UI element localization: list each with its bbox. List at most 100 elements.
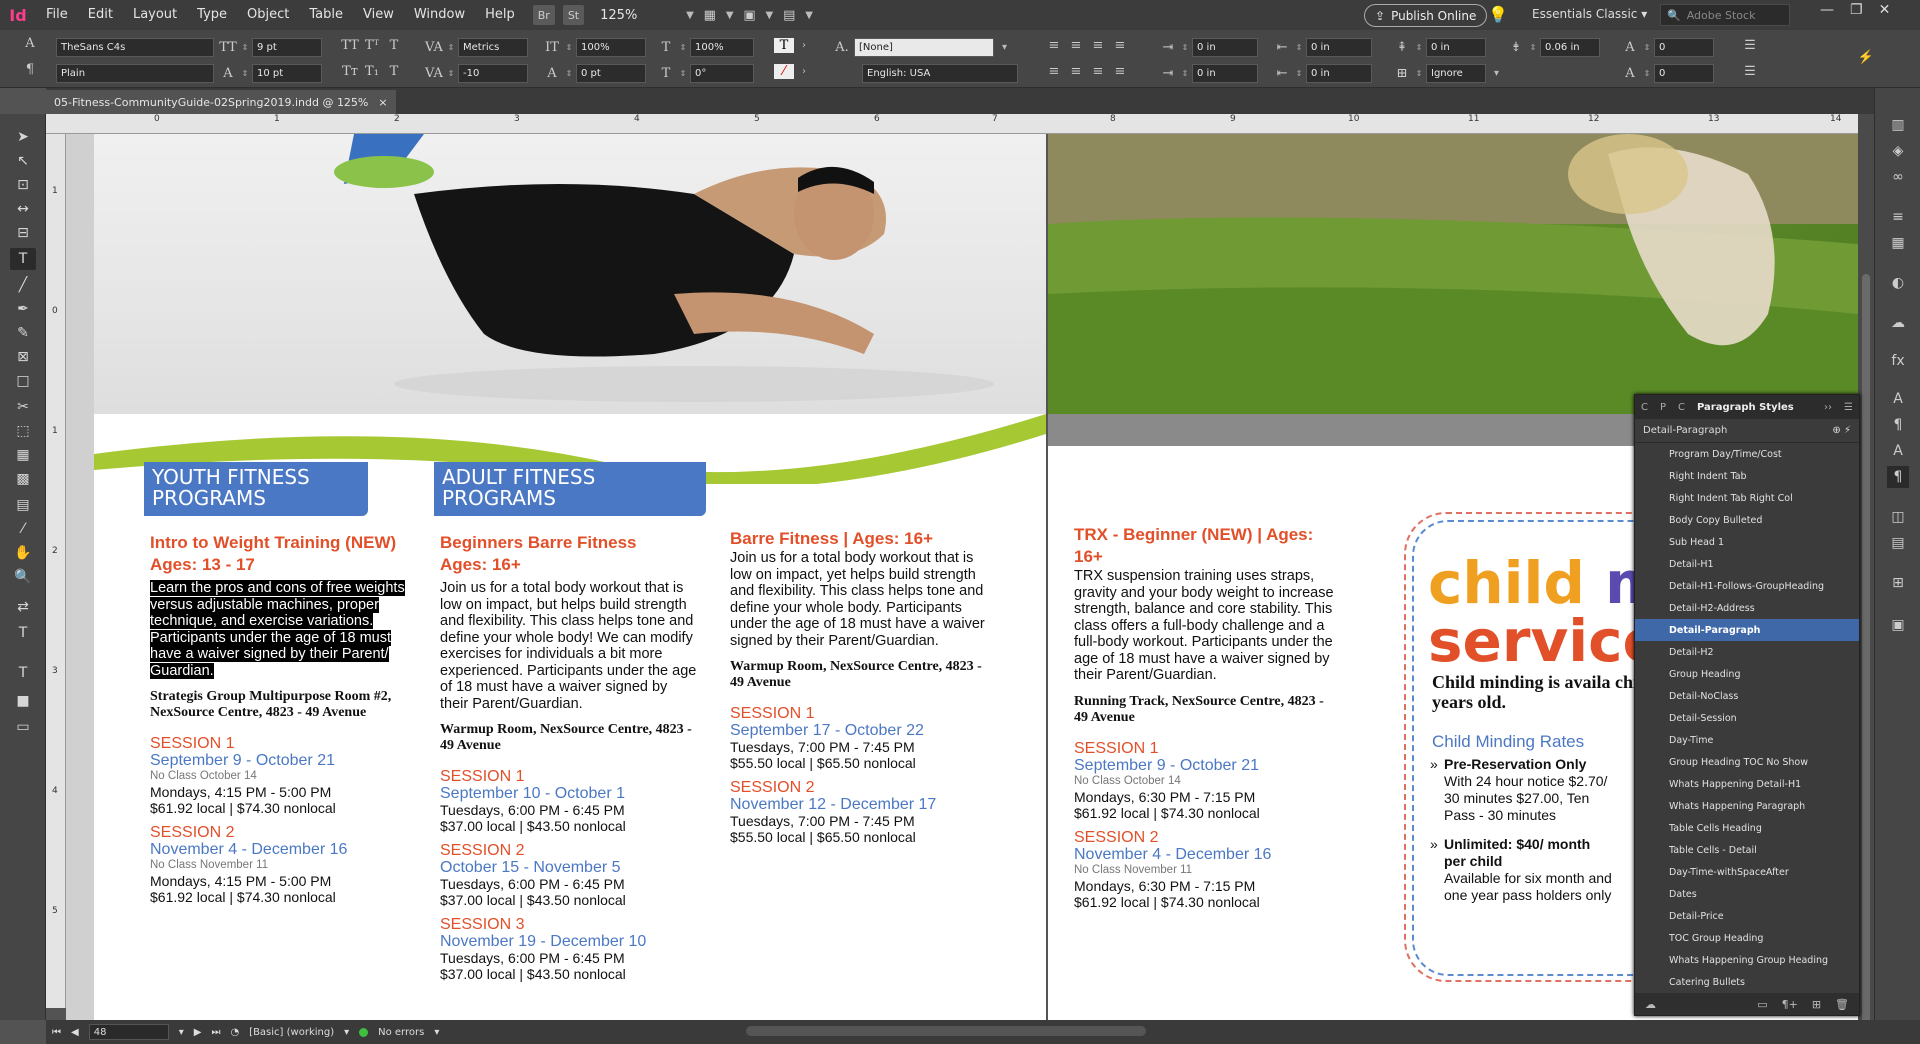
last-indent-stepper[interactable]: ⇕ bbox=[1294, 69, 1304, 78]
normal-view-icon[interactable]: ■ bbox=[10, 690, 36, 712]
paragraph-style-item[interactable]: Table Cells - Detail bbox=[1635, 839, 1859, 861]
fitness-photo[interactable] bbox=[94, 134, 1046, 414]
fill-chevron-icon[interactable]: › bbox=[802, 40, 806, 51]
font-style-field[interactable]: Plain bbox=[56, 64, 214, 83]
content-collector-icon[interactable]: ⊟ bbox=[10, 222, 36, 244]
character-style-field[interactable]: [None] bbox=[854, 38, 994, 57]
page-tool-icon[interactable]: ⊡ bbox=[10, 174, 36, 196]
underline-icon[interactable]: T bbox=[384, 38, 404, 53]
workspace-switcher[interactable]: Essentials Classic ▾ bbox=[1532, 7, 1647, 21]
drop-cap-chars-field[interactable]: 0 bbox=[1654, 64, 1714, 83]
last-indent-field[interactable]: 0 in bbox=[1306, 64, 1372, 83]
superscript-icon[interactable]: Tᵀ bbox=[362, 38, 382, 53]
paragraph-style-item[interactable]: Whats Happening Paragraph bbox=[1635, 795, 1859, 817]
scrollbar-thumb[interactable] bbox=[1862, 274, 1870, 1044]
screen-mode-icon[interactable]: ▣ bbox=[740, 7, 760, 23]
paragraph-panel-icon[interactable]: ¶ bbox=[1887, 414, 1909, 436]
font-size-field[interactable]: 9 pt bbox=[252, 38, 322, 57]
menu-table[interactable]: Table bbox=[299, 0, 353, 30]
column-barre-fitness[interactable]: Barre Fitness | Ages: 16+ Join us for a … bbox=[730, 528, 992, 845]
panel-tab-p[interactable]: P bbox=[1660, 402, 1666, 413]
paragraph-style-item[interactable]: Right Indent Tab bbox=[1635, 465, 1859, 487]
first-indent-stepper[interactable]: ⇕ bbox=[1180, 69, 1190, 78]
note-tool-icon[interactable]: ▤ bbox=[10, 494, 36, 516]
strikethrough-icon[interactable]: T bbox=[384, 64, 404, 79]
line-tool-icon[interactable]: ╱ bbox=[10, 274, 36, 296]
rectangle-frame-tool-icon[interactable]: ⊠ bbox=[10, 346, 36, 368]
paragraph-style-item[interactable]: Detail-H1-Follows-GroupHeading bbox=[1635, 575, 1859, 597]
right-indent-field[interactable]: 0 in bbox=[1306, 38, 1372, 57]
paragraph-style-item[interactable]: Detail-Price bbox=[1635, 905, 1859, 927]
kerning-stepper[interactable]: ⇕ bbox=[446, 43, 456, 52]
vertical-scale-stepper[interactable]: ⇕ bbox=[564, 43, 574, 52]
menu-window[interactable]: Window bbox=[404, 0, 475, 30]
skew-stepper[interactable]: ⇕ bbox=[678, 69, 688, 78]
paragraph-style-item[interactable]: Detail-NoClass bbox=[1635, 685, 1859, 707]
paragraph-style-item[interactable]: Group Heading bbox=[1635, 663, 1859, 685]
errors-chevron-down-icon[interactable]: ▾ bbox=[434, 1027, 439, 1038]
page-chevron-down-icon[interactable]: ▾ bbox=[179, 1027, 184, 1038]
drop-lines-stepper[interactable]: ⇕ bbox=[1642, 43, 1652, 52]
character-panel-icon[interactable]: A bbox=[1887, 388, 1909, 410]
paragraph-styles-icon[interactable]: ¶ bbox=[1887, 466, 1909, 488]
panel-tab-c2[interactable]: C bbox=[1678, 402, 1685, 413]
grid-stepper[interactable]: ⇕ bbox=[1414, 69, 1424, 78]
menu-layout[interactable]: Layout bbox=[123, 0, 187, 30]
justify-center-icon[interactable]: ≡ bbox=[1066, 64, 1086, 79]
page-left[interactable]: YOUTH FITNESS PROGRAMS ADULT FITNESS PRO… bbox=[94, 134, 1046, 1020]
grid-chevron-down-icon[interactable]: ▾ bbox=[1494, 68, 1499, 79]
column-intro-weight[interactable]: Intro to Weight Training (NEW) Ages: 13 … bbox=[150, 532, 406, 905]
swap-fill-stroke-icon[interactable]: ⇄ bbox=[10, 596, 36, 618]
effects-panel-icon[interactable]: fx bbox=[1887, 350, 1909, 372]
paragraph-style-item[interactable]: Detail-Session bbox=[1635, 707, 1859, 729]
right-indent-stepper[interactable]: ⇕ bbox=[1294, 43, 1304, 52]
column-beginners-barre[interactable]: Beginners Barre Fitness Ages: 16+ Join u… bbox=[440, 532, 698, 982]
eyedropper-tool-icon[interactable]: ⁄ bbox=[10, 518, 36, 540]
paragraph-style-item[interactable]: Body Copy Bulleted bbox=[1635, 509, 1859, 531]
profile-chevron-down-icon[interactable]: ▾ bbox=[344, 1027, 349, 1038]
horizontal-ruler[interactable]: 0 1 2 3 4 5 6 7 8 9 10 11 12 13 14 bbox=[46, 114, 1858, 134]
character-mode-icon[interactable]: A bbox=[20, 36, 40, 51]
vertical-scrollbar[interactable] bbox=[1858, 114, 1874, 1044]
page-number-field[interactable]: 48 bbox=[88, 1024, 169, 1040]
type-tool-icon[interactable]: T bbox=[10, 248, 36, 270]
zoom-tool-icon[interactable]: 🔍 bbox=[10, 566, 36, 588]
vertical-scale-field[interactable]: 100% bbox=[576, 38, 646, 57]
preflight-errors[interactable]: No errors bbox=[378, 1027, 424, 1038]
leading-field[interactable]: 10 pt bbox=[252, 64, 322, 83]
grid-align-field[interactable]: Ignore bbox=[1426, 64, 1486, 83]
paragraph-style-item[interactable]: Detail-H2-Address bbox=[1635, 597, 1859, 619]
align-center-icon[interactable]: ≡ bbox=[1066, 38, 1086, 53]
stroke-none-icon[interactable]: ⁄ bbox=[774, 64, 794, 79]
skew-field[interactable]: 0° bbox=[690, 64, 754, 83]
tracking-field[interactable]: -10 bbox=[458, 64, 528, 83]
cc-libraries-icon[interactable]: ☁ bbox=[1887, 312, 1909, 334]
paragraph-style-item[interactable]: Catering Bullets bbox=[1635, 971, 1859, 993]
panel-tab-paragraph-styles[interactable]: Paragraph Styles bbox=[1697, 402, 1794, 413]
horizontal-scale-stepper[interactable]: ⇕ bbox=[678, 43, 688, 52]
menu-edit[interactable]: Edit bbox=[78, 0, 123, 30]
space-after-field[interactable]: 0.06 in bbox=[1540, 38, 1600, 57]
align-left-icon[interactable]: ≡ bbox=[1044, 38, 1064, 53]
selected-text[interactable]: Learn the pros and cons of free weights … bbox=[150, 580, 405, 679]
character-styles-icon[interactable]: A bbox=[1887, 440, 1909, 462]
new-style-icon[interactable]: ⊞ bbox=[1812, 998, 1821, 1011]
first-indent-field[interactable]: 0 in bbox=[1192, 64, 1258, 83]
paragraph-style-item[interactable]: Detail-H2 bbox=[1635, 641, 1859, 663]
vertical-ruler[interactable]: 1 0 1 2 3 4 5 bbox=[46, 134, 66, 1008]
minimize-icon[interactable]: — bbox=[1820, 2, 1834, 18]
menu-help[interactable]: Help bbox=[475, 0, 525, 30]
adobe-stock-search[interactable]: 🔍 Adobe Stock bbox=[1660, 4, 1790, 26]
numbered-list-icon[interactable]: ☰ bbox=[1740, 64, 1760, 79]
paragraph-style-item[interactable]: Dates bbox=[1635, 883, 1859, 905]
stroke-chevron-icon[interactable]: › bbox=[802, 66, 806, 77]
space-before-field[interactable]: 0 in bbox=[1426, 38, 1486, 57]
zoom-chevron-down-icon[interactable]: ▼ bbox=[686, 10, 694, 21]
horizontal-scale-field[interactable]: 100% bbox=[690, 38, 754, 57]
paragraph-style-item[interactable]: Group Heading TOC No Show bbox=[1635, 751, 1859, 773]
direct-selection-tool-icon[interactable]: ↖ bbox=[10, 150, 36, 172]
align-right-icon[interactable]: ≡ bbox=[1088, 38, 1108, 53]
swatches-panel-icon[interactable]: ▦ bbox=[1887, 232, 1909, 254]
paragraph-style-item[interactable]: Table Cells Heading bbox=[1635, 817, 1859, 839]
preflight-profile-icon[interactable]: ◔ bbox=[230, 1027, 239, 1038]
